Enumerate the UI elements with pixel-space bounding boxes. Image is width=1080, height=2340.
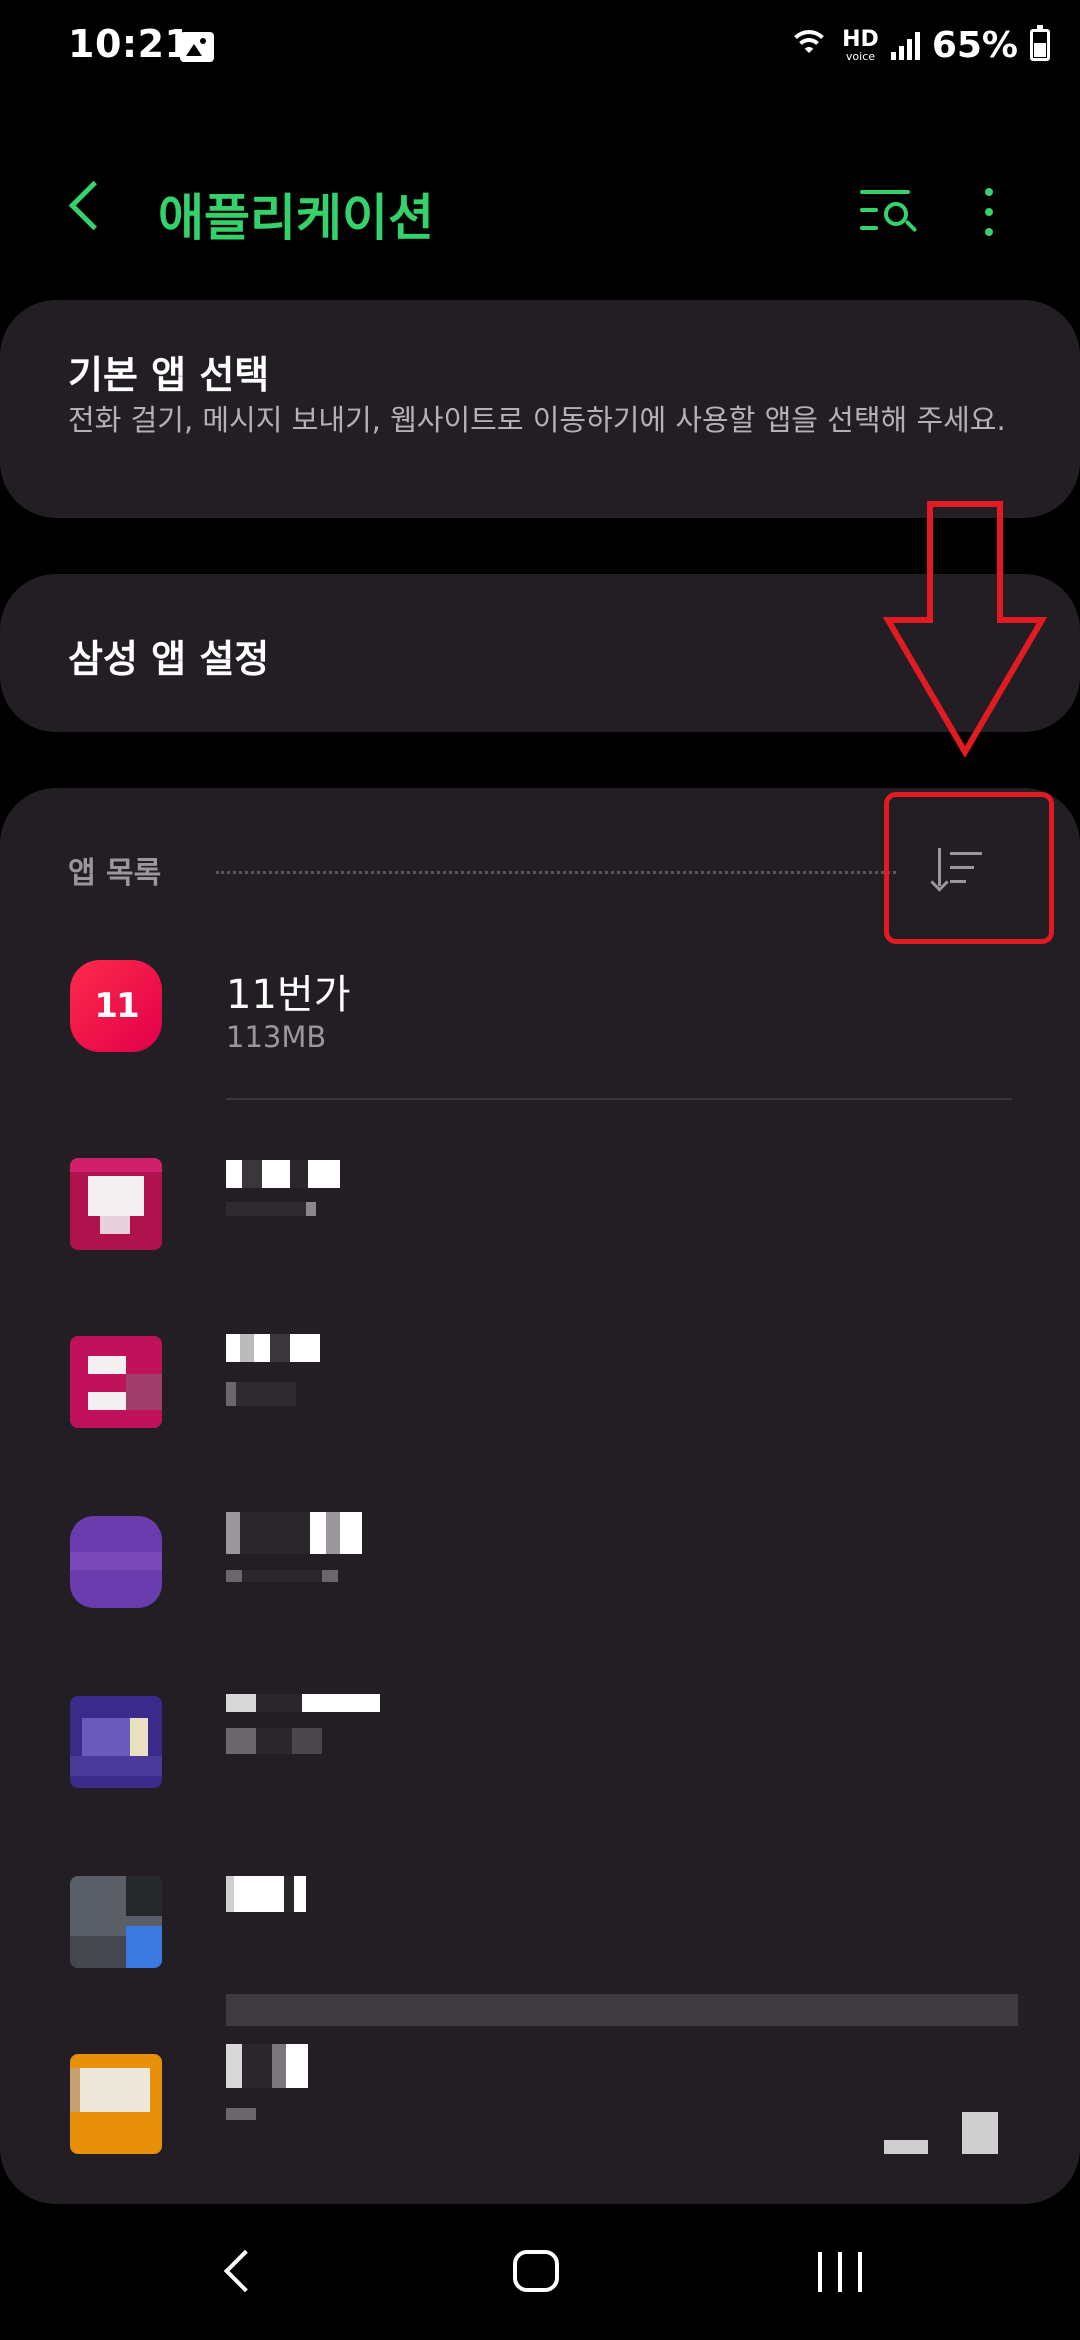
signal-icon [890,30,920,60]
voice-label: voice [845,49,876,63]
11st-icon-text: 11 [94,986,139,1026]
redacted-name [226,1876,306,1912]
app-icon [70,1516,162,1608]
app-list-card: 앱 목록 11 11번가 113MB [0,788,1080,2204]
status-time: 10:21 [68,22,192,66]
default-apps-title: 기본 앱 선택 [68,353,270,397]
redacted-name [226,1160,340,1188]
hd-voice-icon: HD voice [842,26,879,63]
more-options-button[interactable] [974,186,1004,240]
app-icon [70,1696,162,1788]
redacted-size [226,1570,338,1589]
page-title: 애플리케이션 [158,189,434,247]
screen: 10:21 HD voice 65% 애플리케이션 기본 앱 선택 전화 걸기,… [0,0,1080,2340]
11st-icon: 11 [70,960,162,1052]
app-list-item[interactable] [0,1296,1080,1476]
search-filter-icon [860,190,910,194]
app-size: 113MB [226,1020,327,1054]
app-list-header: 앱 목록 [68,856,162,891]
redacted-size [226,2108,256,2127]
list-divider [226,1098,1012,1100]
app-icon [70,2054,162,2154]
redacted-name [226,1334,320,1362]
annotation-highlight-box [884,792,1054,944]
nav-back-button[interactable] [218,2250,258,2290]
default-apps-card[interactable]: 기본 앱 선택 전화 걸기, 메시지 보내기, 웹사이트로 이동하기에 사용할 … [0,300,1080,518]
app-icon [70,1336,162,1428]
hd-label: HD [842,26,879,52]
status-bar: 10:21 HD voice 65% [0,0,1080,96]
app-list-item[interactable] [0,2014,1080,2194]
samsung-app-settings-title: 삼성 앱 설정 [68,637,270,681]
app-list-item[interactable] [0,1118,1080,1298]
redacted-size [226,1202,316,1221]
search-filter-button[interactable] [858,186,918,236]
more-options-icon [985,188,993,196]
default-apps-subtitle: 전화 걸기, 메시지 보내기, 웹사이트로 이동하기에 사용할 앱을 선택해 주… [68,403,1006,437]
app-icon [70,1158,162,1250]
redacted-name [226,1694,380,1713]
app-icon [70,1876,162,1968]
navigation-bar [0,2204,1080,2340]
app-list-item[interactable] [0,1836,1080,2016]
section-divider [216,871,896,874]
app-list-item[interactable] [0,1476,1080,1656]
battery-icon [1030,25,1050,61]
nav-recents-button[interactable] [818,2252,864,2292]
redacted-name [226,2044,308,2088]
wifi-icon [788,28,831,62]
redacted-bar [226,1994,1018,2026]
annotation-arrow-icon [882,501,1048,758]
redacted-size [226,1382,296,1406]
image-notification-icon [180,32,214,62]
status-indicators: HD voice 65% [788,20,1050,70]
back-button[interactable] [60,180,120,240]
nav-home-button[interactable] [513,2250,559,2292]
redacted-name [226,1512,362,1554]
nav-recents-icon [818,2252,822,2292]
app-list-item[interactable] [0,1656,1080,1836]
redacted-size [226,1728,322,1754]
app-name: 11번가 [226,972,351,1018]
app-bar: 애플리케이션 [0,150,1080,270]
battery-percent: 65% [931,24,1018,66]
app-list-item[interactable]: 11 11번가 113MB [0,920,1080,1100]
